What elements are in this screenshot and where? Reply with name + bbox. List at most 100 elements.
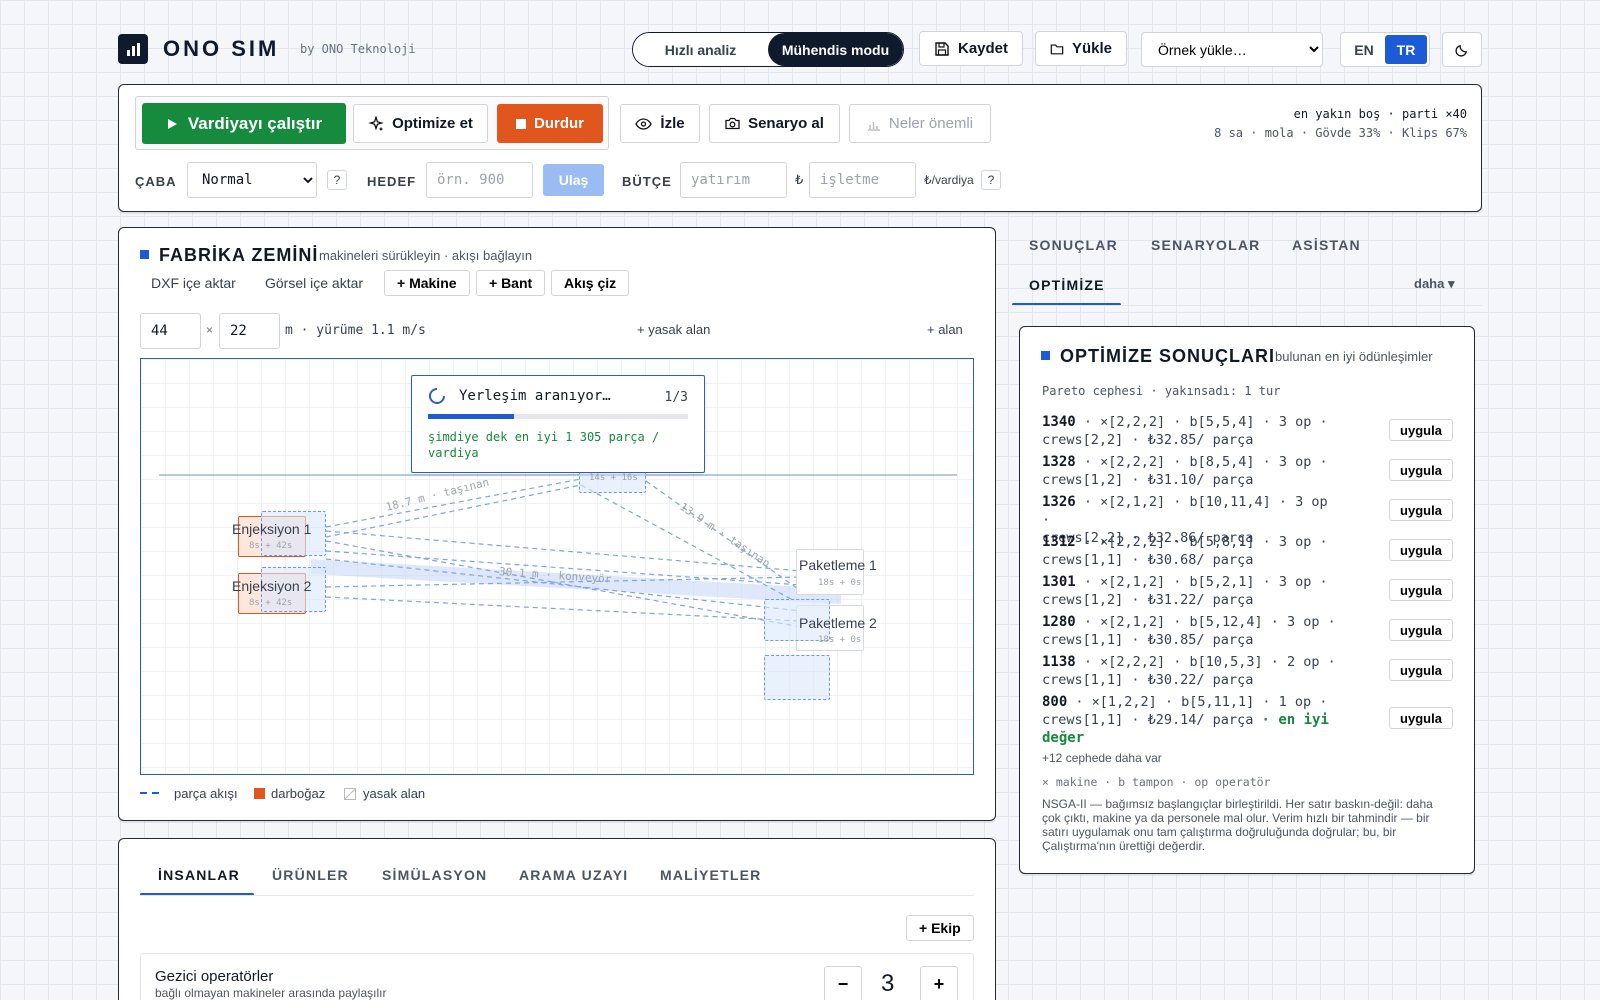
- target-input[interactable]: [426, 162, 533, 198]
- budget-help-icon[interactable]: ?: [981, 170, 1001, 190]
- tab-people[interactable]: İNSANLAR: [158, 867, 240, 883]
- apply-button[interactable]: uygula: [1389, 707, 1453, 729]
- machine-times: 8s + 42s: [249, 598, 293, 608]
- example-select[interactable]: Örnek yükle…: [1141, 32, 1323, 67]
- apply-button[interactable]: uygula: [1389, 419, 1453, 441]
- language-toggle: EN TR: [1340, 32, 1430, 67]
- search-progress-track: [428, 414, 688, 419]
- result-config: · ×[2,2,2] · b[5,5,4] · 3 op ·: [1075, 414, 1328, 430]
- stop-label: Durdur: [534, 115, 584, 132]
- floor-width-input[interactable]: [140, 313, 201, 349]
- more-front-label: +12 cephede daha var: [1042, 751, 1162, 765]
- watch-button[interactable]: İzle: [620, 104, 700, 143]
- folder-icon: [1050, 43, 1064, 54]
- floor-depth-input[interactable]: [219, 313, 280, 349]
- quick-analysis-button[interactable]: Hızlı analiz: [633, 33, 768, 66]
- decrement-button[interactable]: −: [824, 966, 862, 1000]
- what-matters-button[interactable]: Neler önemli: [849, 104, 991, 143]
- operating-input[interactable]: [809, 162, 916, 198]
- bar-chart-icon: [867, 121, 880, 131]
- flow-legend-icon: [140, 792, 164, 794]
- result-cost: crews[1,2] · ₺31.22/ parça: [1042, 592, 1254, 608]
- draw-flow-button[interactable]: Akış çiz: [551, 270, 630, 296]
- result-config: · ×[1,2,2] · b[5,11,1] · 1 op ·: [1067, 694, 1328, 710]
- tab-simulation[interactable]: SİMÜLASYON: [382, 867, 487, 883]
- result-cost: crews[1,2] · ₺31.10/ parça: [1042, 472, 1254, 488]
- effort-select[interactable]: Normal: [187, 162, 317, 198]
- snapshot-button[interactable]: Senaryo al: [709, 104, 840, 143]
- spinner-icon: [429, 388, 445, 404]
- dark-mode-button[interactable]: [1442, 32, 1482, 67]
- tab-results[interactable]: SONUÇLAR: [1029, 237, 1118, 253]
- apply-button[interactable]: uygula: [1389, 579, 1453, 601]
- result-row-best: 800 · ×[1,2,2] · b[5,11,1] · 1 op · crews…: [1042, 693, 1342, 747]
- tab-assistant[interactable]: ASİSTAN: [1292, 237, 1361, 253]
- load-button[interactable]: Yükle: [1035, 31, 1127, 66]
- machine-name: Enjeksiyon 1: [232, 521, 312, 537]
- search-popover: Yerleşim aranıyor… 1/3 şimdiye dek en iy…: [411, 375, 705, 473]
- best-value-badge: · en iyi: [1261, 712, 1329, 728]
- section-marker-icon: [1041, 351, 1050, 360]
- floor-canvas[interactable]: 14s + 16s 18.7 m · taşınan 13.9 m · taşı…: [140, 358, 974, 775]
- add-belt-button[interactable]: + Bant: [476, 270, 546, 296]
- stop-button[interactable]: Durdur: [497, 104, 603, 143]
- result-config: · ×[2,1,2] · b[5,12,4] · 3 op ·: [1075, 614, 1336, 630]
- result-row: 1328 · ×[2,2,2] · b[8,5,4] · 3 op · crews…: [1042, 453, 1342, 489]
- flow-edge: [325, 596, 802, 622]
- result-score: 1326: [1042, 494, 1076, 510]
- add-machine-button[interactable]: + Makine: [384, 270, 470, 296]
- tab-search-space[interactable]: ARAMA UZAYI: [519, 867, 628, 883]
- result-cost: crews[2,2] · ₺32.85/ parça: [1042, 432, 1254, 448]
- optimize-button[interactable]: Optimize et: [353, 104, 488, 143]
- apply-button[interactable]: uygula: [1389, 499, 1453, 521]
- tab-optimize[interactable]: OPTİMİZE: [1029, 277, 1105, 293]
- result-cost: crews[1,1] · ₺30.68/ parça: [1042, 552, 1254, 568]
- camera-icon: [725, 117, 740, 130]
- result-row: 1138 · ×[2,2,2] · b[10,5,3] · 2 op · crew…: [1042, 653, 1342, 689]
- sparkle-icon: [368, 115, 384, 131]
- moon-icon: [1454, 44, 1467, 57]
- apply-button[interactable]: uygula: [1389, 659, 1453, 681]
- apply-button[interactable]: uygula: [1389, 459, 1453, 481]
- result-cost: crews[1,1] · ₺29.14/ parça: [1042, 712, 1254, 728]
- target-label: HEDEF: [367, 174, 417, 189]
- rover-title: Gezici operatörler: [155, 968, 274, 985]
- add-crew-button[interactable]: + Ekip: [906, 915, 974, 941]
- logo-icon: [118, 34, 148, 64]
- apply-button[interactable]: uygula: [1389, 539, 1453, 561]
- load-label: Yükle: [1071, 40, 1112, 57]
- tab-scenarios[interactable]: SENARYOLAR: [1151, 237, 1261, 253]
- per-shift-label: ₺/vardiya: [924, 173, 974, 187]
- result-config: · ×[2,2,2] · b[8,5,4] · 3 op ·: [1075, 454, 1328, 470]
- engineer-mode-button[interactable]: Mühendis modu: [768, 33, 903, 66]
- tab-products[interactable]: ÜRÜNLER: [272, 867, 349, 883]
- result-row: 1340 · ×[2,2,2] · b[5,5,4] · 3 op · crews…: [1042, 413, 1342, 449]
- run-shift-button[interactable]: Vardiyayı çalıştır: [142, 103, 346, 144]
- machine-name: Paketleme 2: [799, 615, 877, 631]
- lang-en-button[interactable]: EN: [1343, 35, 1385, 64]
- reach-button[interactable]: Ulaş: [543, 164, 604, 196]
- run-label: Vardiyayı çalıştır: [187, 113, 323, 133]
- apply-button[interactable]: uygula: [1389, 619, 1453, 641]
- dxf-import-link[interactable]: DXF içe aktar: [151, 275, 236, 291]
- result-cost: crews[1,1] · ₺30.85/ parça: [1042, 632, 1254, 648]
- add-forbidden-link[interactable]: + yasak alan: [637, 322, 710, 337]
- lang-tr-button[interactable]: TR: [1385, 35, 1427, 64]
- increment-button[interactable]: +: [920, 966, 958, 1000]
- result-row: 1280 · ×[2,1,2] · b[5,12,4] · 3 op · crew…: [1042, 613, 1342, 649]
- info-line-1: en yakın boş · parti ×40: [1293, 107, 1467, 121]
- machine-times: 8s + 42s: [249, 541, 293, 551]
- buffer-extra[interactable]: [764, 655, 830, 700]
- result-score: 1138: [1042, 654, 1076, 670]
- image-import-link[interactable]: Görsel içe aktar: [265, 275, 363, 291]
- rover-subtitle: bağlı olmayan makineler arasında paylaşı…: [155, 986, 387, 1000]
- investment-input[interactable]: [680, 162, 787, 198]
- more-menu[interactable]: daha ▾: [1414, 276, 1454, 292]
- add-area-link[interactable]: + alan: [927, 322, 963, 337]
- result-score: 1312: [1042, 534, 1076, 550]
- tab-costs[interactable]: MALİYETLER: [660, 867, 761, 883]
- effort-help-icon[interactable]: ?: [327, 170, 347, 190]
- optimize-title: OPTİMİZE SONUÇLARI: [1060, 346, 1275, 366]
- result-score: 1280: [1042, 614, 1076, 630]
- save-button[interactable]: Kaydet: [919, 31, 1024, 66]
